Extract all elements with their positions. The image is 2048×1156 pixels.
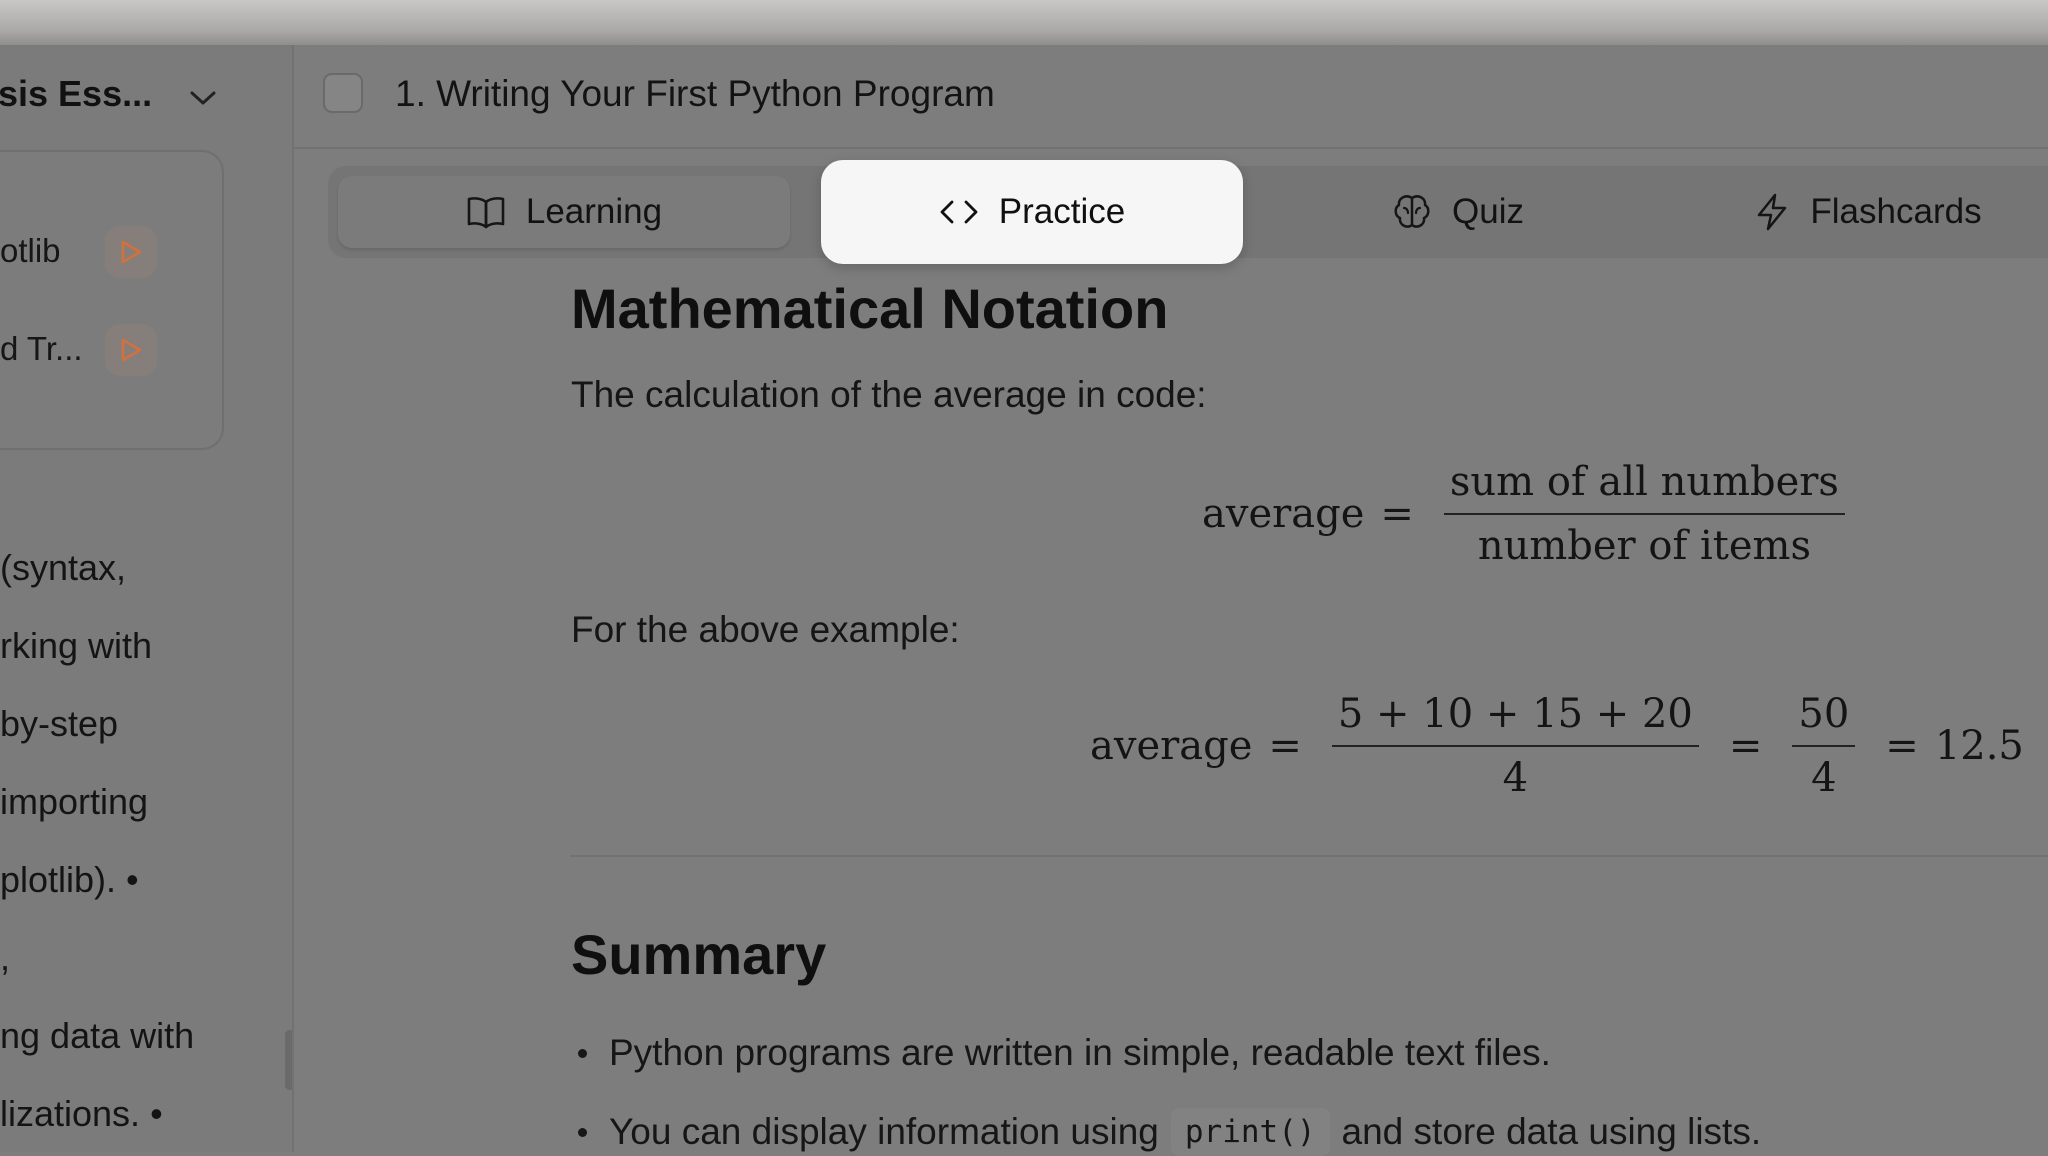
fraction: 5 + 10 + 15 + 20 4 (1331, 691, 1699, 801)
lesson-item-label[interactable]: otlib (0, 232, 61, 270)
header-divider (294, 147, 2048, 149)
sidebar-text-line: ng data with (0, 1015, 195, 1056)
tab-label: Flashcards (1810, 192, 1982, 231)
section-divider (570, 855, 2048, 857)
lesson-title: 1. Writing Your First Python Program (395, 73, 995, 114)
tab-label: Quiz (1452, 192, 1524, 231)
sidebar-text-line: importing (0, 781, 149, 822)
fraction-numerator: sum of all numbers (1449, 459, 1839, 505)
summary-heading: Summary (571, 923, 827, 986)
example-formula: average = 5 + 10 + 15 + 20 4 = 50 4 = 12… (1090, 691, 2024, 801)
lesson-item-label[interactable]: d Tr... (0, 330, 83, 368)
brain-icon (1394, 195, 1430, 228)
fraction-denominator: 4 (1331, 745, 1699, 801)
lesson-complete-checkbox[interactable] (323, 73, 363, 113)
fraction-denominator: number of items (1443, 513, 1845, 569)
equals-sign: = (1380, 491, 1414, 537)
tab-learning[interactable]: Learning (338, 176, 790, 248)
math-notation-heading: Mathematical Notation (571, 277, 1169, 340)
play-icon (121, 338, 142, 362)
bullet-dot (578, 1127, 587, 1137)
fraction-numerator: 5 + 10 + 15 + 20 (1337, 691, 1693, 737)
chevron-down-icon[interactable] (186, 87, 220, 109)
sidebar-text-line: , (0, 937, 11, 978)
tab-quiz[interactable]: Quiz (1308, 166, 1608, 258)
course-sidebar: sis Ess... otlib d Tr... (syntax, rking … (0, 45, 292, 1152)
bullet-text: and store data using lists. (1341, 1111, 1762, 1152)
play-lesson-button[interactable] (105, 324, 157, 376)
example-intro-text: For the above example: (571, 609, 960, 650)
window-top-bar (0, 0, 2048, 45)
lesson-mode-tabs: Learning Practice Quiz Flashcards (328, 160, 2048, 264)
sidebar-text-line: by-step (0, 703, 119, 744)
fraction: sum of all numbers number of items (1443, 459, 1845, 569)
bullet-text: Python programs are written in simple, r… (609, 1032, 1551, 1073)
sidebar-text-line: plotlib). • (0, 859, 139, 900)
play-lesson-button[interactable] (105, 226, 157, 278)
tab-flashcards[interactable]: Flashcards (1718, 166, 2018, 258)
bullet-dot (578, 1048, 587, 1058)
course-title[interactable]: sis Ess... (0, 73, 152, 115)
fraction: 50 4 (1792, 691, 1856, 801)
lightning-icon (1758, 193, 1787, 231)
equals-sign: = (1728, 723, 1763, 769)
book-open-icon (467, 197, 505, 229)
sidebar-text-line: rking with (0, 625, 153, 666)
sidebar-divider (292, 45, 294, 1152)
code-icon (940, 200, 978, 224)
formula-lhs: average (1090, 723, 1253, 769)
sidebar-text-line: (syntax, (0, 547, 127, 588)
lesson-list-card (0, 150, 224, 450)
equals-sign: = (1268, 723, 1302, 769)
fraction-denominator: 4 (1792, 745, 1856, 801)
formula-lhs: average (1202, 491, 1365, 537)
inline-code: print() (1170, 1108, 1330, 1156)
tab-practice[interactable]: Practice (821, 160, 1243, 264)
bullet-text: You can display information using (609, 1111, 1159, 1152)
formula-result: 12.5 (1934, 723, 2024, 769)
equals-sign: = (1885, 723, 1919, 769)
summary-bullet: Python programs are written in simple, r… (578, 1032, 1551, 1074)
math-intro-text: The calculation of the average in code: (571, 374, 1207, 415)
fraction-numerator: 50 (1798, 691, 1850, 737)
tab-label: Learning (525, 192, 663, 231)
summary-bullet: You can display information using print(… (578, 1108, 1761, 1156)
sidebar-text-line: lizations. • (0, 1093, 163, 1134)
play-icon (121, 240, 142, 264)
average-formula: average = sum of all numbers number of i… (1202, 459, 1859, 569)
tab-label: Practice (998, 192, 1126, 231)
